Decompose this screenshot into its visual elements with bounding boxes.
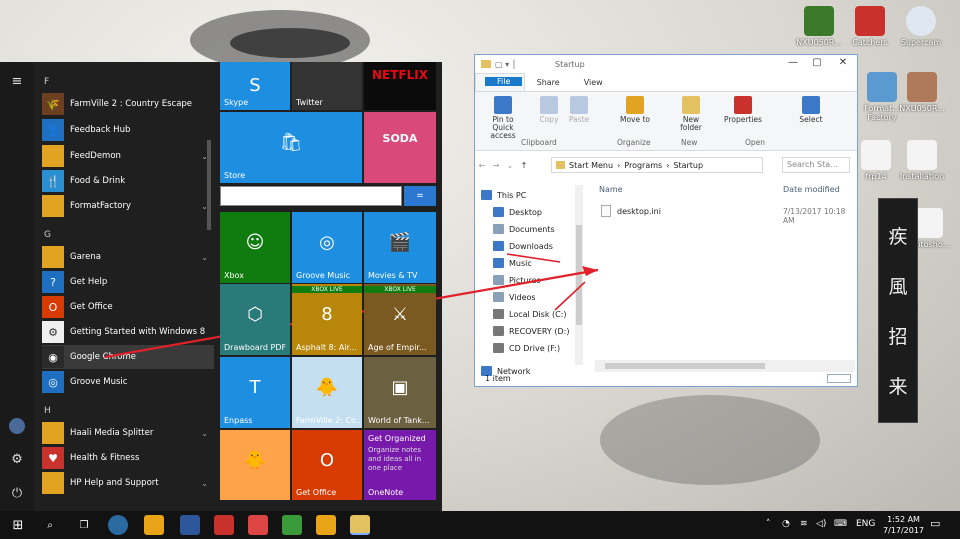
tile-label: Store [224, 171, 246, 180]
tile-glyph-icon: ▣ [391, 376, 409, 398]
tile-glyph-icon: S [249, 75, 261, 97]
live-tile[interactable]: ☺ Xbox [220, 212, 290, 283]
live-tile[interactable]: 🛍 Store [220, 112, 362, 183]
live-tile[interactable]: OneNote Get Organized Organize notes and i… [364, 430, 436, 500]
tile-glyph-icon: 8 [321, 303, 333, 325]
tile-label: Asphalt 8: Air... [296, 343, 357, 352]
tile-glyph-icon: T [249, 376, 261, 398]
tile-label: Groove Music [296, 271, 351, 280]
tile-label: Enpass [224, 416, 253, 425]
tile-label: Get Office [296, 488, 337, 497]
tile-label: Twitter [296, 98, 323, 107]
tile-glyph-icon: ⚔ [391, 303, 409, 325]
word-taskbar-icon[interactable] [180, 515, 200, 535]
taskbar: ⊞ ⌕ ❐ ˄ ◔ ≋ ◁) ⌨ ENG 1:52 AM 7/17/2017 ▭ [0, 511, 960, 539]
live-tile[interactable]: ⚔ Age of Empir... XBOX LIVE [364, 284, 436, 355]
onenote-promo-title: Get Organized [368, 434, 426, 443]
cheat-taskbar-icon[interactable] [282, 515, 302, 535]
xbox-live-badge: XBOX LIVE [364, 286, 436, 293]
live-tile[interactable]: ◎ Groove Music [292, 212, 362, 283]
browser-icon[interactable] [108, 515, 128, 535]
live-tile[interactable]: T Enpass [220, 357, 290, 428]
tile-glyph-icon: 🐥 [243, 449, 267, 471]
chevron-up-icon[interactable]: ˄ [766, 519, 771, 529]
live-tile[interactable]: 🎬 Movies & TV [364, 212, 436, 283]
live-tile[interactable]: NETFLIXNETFLIX [364, 62, 436, 110]
tile-glyph-icon: ⬡ [247, 303, 263, 325]
tile-label: Age of Empir... [368, 343, 427, 352]
netflix-logo: NETFLIX [372, 68, 428, 82]
tile-label: FarmVille 2: Co... [296, 416, 362, 425]
network-icon[interactable]: ◔ [782, 519, 790, 529]
clock-date: 7/17/2017 [883, 526, 925, 535]
explorer-taskbar-icon[interactable] [350, 515, 370, 535]
clock-time: 1:52 AM [887, 515, 920, 524]
paint-taskbar-icon[interactable] [316, 515, 336, 535]
live-tile[interactable]: 🐥 FarmVille 2: Co... [292, 357, 362, 428]
chrome-taskbar-icon[interactable] [144, 515, 164, 535]
itunes-taskbar-icon[interactable] [248, 515, 268, 535]
arrow-line [506, 253, 561, 263]
tile-label: World of Tank... [368, 416, 430, 425]
clock[interactable]: 1:52 AM 7/17/2017 [883, 514, 924, 536]
volume-icon[interactable]: ◁) [816, 519, 826, 529]
live-tile[interactable]: Twitter [292, 62, 362, 110]
tile-glyph-icon: 🎬 [388, 231, 412, 253]
tile-glyph-icon: ◎ [319, 231, 335, 253]
tile-label: Movies & TV [368, 271, 418, 280]
tile-label: Xbox [224, 271, 244, 280]
live-tile[interactable]: ▣ World of Tank... [364, 357, 436, 428]
live-tile[interactable]: 🐥 [220, 430, 290, 500]
tile-label: Skype [224, 98, 249, 107]
language-indicator[interactable]: ENG [856, 519, 875, 529]
tile-label: Drawboard PDF [224, 343, 287, 352]
annotation-arrows [104, 253, 599, 359]
wifi-icon[interactable]: ≋ [800, 519, 808, 529]
tile-glyph-icon: ☺ [245, 231, 265, 253]
tile-glyph-icon: 🛍 [279, 131, 303, 153]
tile-glyph-icon: O [319, 449, 335, 471]
tiles-taskbar-icon[interactable] [214, 515, 234, 535]
xbox-live-badge: XBOX LIVE [292, 286, 362, 293]
tile-glyph-icon: SODA [382, 131, 418, 145]
search-icon[interactable]: ⌕ [40, 515, 60, 535]
task-view-icon[interactable]: ❐ [74, 515, 94, 535]
live-tile[interactable]: SODA [364, 112, 436, 183]
tile-glyph-icon: 🐥 [315, 376, 339, 398]
arrow-head [582, 266, 598, 276]
live-tile[interactable]: S Skype [220, 62, 290, 110]
arrow-line [554, 281, 586, 311]
notification-icon[interactable]: ▭ [930, 517, 940, 530]
live-tile[interactable]: 8 Asphalt 8: Air... XBOX LIVE [292, 284, 362, 355]
start-button[interactable]: ⊞ [8, 515, 28, 535]
live-tile[interactable]: ⬡ Drawboard PDF [220, 284, 290, 355]
keyboard-icon[interactable]: ⌨ [834, 519, 847, 529]
tile-label: OneNote [368, 488, 404, 497]
onenote-promo-body: Organize notes and ideas all in one plac… [368, 446, 422, 472]
live-tile[interactable]: O Get Office [292, 430, 362, 500]
